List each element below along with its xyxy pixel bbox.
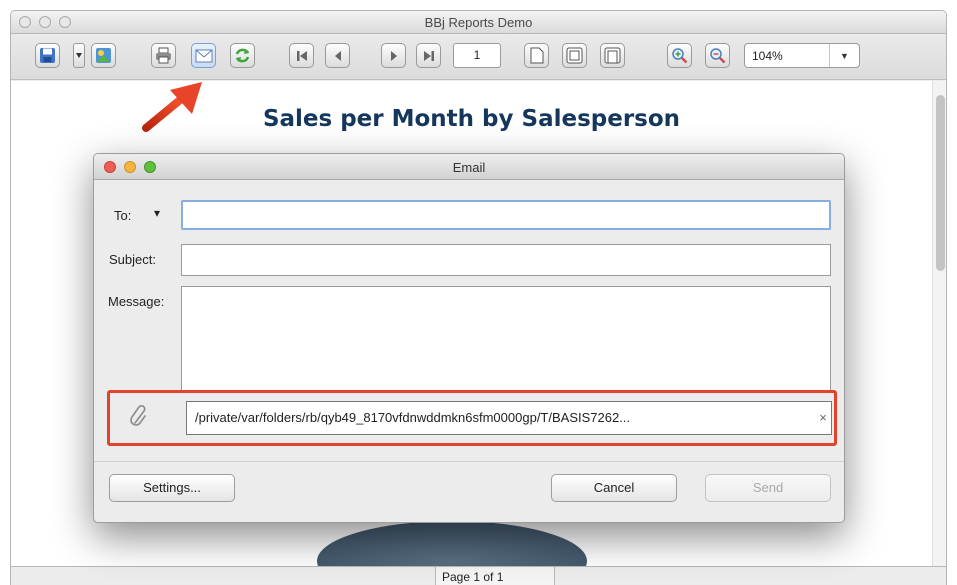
- attachment-highlight-box: /private/var/folders/rb/qyb49_8170vfdnwd…: [107, 390, 837, 446]
- dialog-titlebar: Email: [94, 154, 844, 180]
- email-dialog: Email To: ▾ Subject: Message: /private/v…: [93, 153, 845, 523]
- save-button[interactable]: [35, 43, 60, 68]
- window-titlebar: BBj Reports Demo: [11, 11, 946, 34]
- email-icon: [195, 49, 212, 62]
- message-textarea[interactable]: [181, 286, 831, 404]
- zoom-out-icon: [710, 48, 726, 64]
- first-page-icon: [296, 50, 307, 61]
- zoom-select[interactable]: 104% ▼: [744, 43, 860, 68]
- dropdown-arrow-icon: [76, 53, 82, 58]
- send-button[interactable]: Send: [705, 474, 831, 502]
- zoom-dropdown-arrow-icon[interactable]: ▼: [829, 44, 859, 67]
- window-title: BBj Reports Demo: [424, 15, 533, 30]
- zoom-in-button[interactable]: [667, 43, 692, 68]
- red-arrow-annotation: [142, 82, 202, 132]
- remove-attachment-icon[interactable]: ×: [815, 402, 831, 434]
- paperclip-icon: [130, 405, 146, 426]
- to-label: To:: [114, 208, 132, 223]
- refresh-icon: [235, 48, 250, 63]
- save-options-dropdown[interactable]: [73, 43, 85, 68]
- refresh-button[interactable]: [230, 43, 255, 68]
- subject-label: Subject:: [109, 252, 156, 267]
- export-icon: [96, 48, 111, 63]
- print-button[interactable]: [151, 43, 176, 68]
- settings-button[interactable]: Settings...: [109, 474, 235, 502]
- print-icon: [156, 47, 171, 64]
- fit-page-button[interactable]: [562, 43, 587, 68]
- email-button[interactable]: [191, 43, 216, 68]
- zoom-in-icon: [672, 48, 688, 64]
- save-icon: [40, 48, 55, 63]
- next-page-button[interactable]: [381, 43, 406, 68]
- cancel-button[interactable]: Cancel: [551, 474, 677, 502]
- prev-page-button[interactable]: [325, 43, 350, 68]
- status-bar: Page 1 of 1: [11, 566, 946, 585]
- single-page-icon: [530, 47, 543, 64]
- first-page-button[interactable]: [289, 43, 314, 68]
- toolbar: 1 104% ▼: [11, 34, 946, 80]
- last-page-button[interactable]: [416, 43, 441, 68]
- fit-width-button[interactable]: [600, 43, 625, 68]
- last-page-icon: [423, 50, 434, 61]
- prev-page-icon: [334, 50, 341, 61]
- vertical-scrollbar[interactable]: [932, 81, 946, 578]
- zoom-value: 104%: [752, 49, 783, 63]
- export-button[interactable]: [91, 43, 116, 68]
- page-status: Page 1 of 1: [435, 567, 555, 585]
- to-dropdown-arrow-icon[interactable]: ▾: [154, 206, 160, 220]
- subject-input[interactable]: [181, 244, 831, 276]
- message-label: Message:: [108, 294, 165, 309]
- fit-width-icon: [604, 47, 621, 64]
- scrollbar-thumb[interactable]: [936, 95, 945, 271]
- fit-page-icon: [566, 47, 583, 64]
- next-page-icon: [390, 50, 397, 61]
- single-page-button[interactable]: [524, 43, 549, 68]
- dialog-title: Email: [452, 160, 486, 175]
- page-number-input[interactable]: 1: [453, 43, 501, 68]
- dialog-separator: [94, 461, 844, 462]
- zoom-out-button[interactable]: [705, 43, 730, 68]
- attachment-path-field: /private/var/folders/rb/qyb49_8170vfdnwd…: [186, 401, 832, 435]
- attachment-path-text: /private/var/folders/rb/qyb49_8170vfdnwd…: [195, 410, 631, 425]
- to-input[interactable]: [181, 200, 831, 230]
